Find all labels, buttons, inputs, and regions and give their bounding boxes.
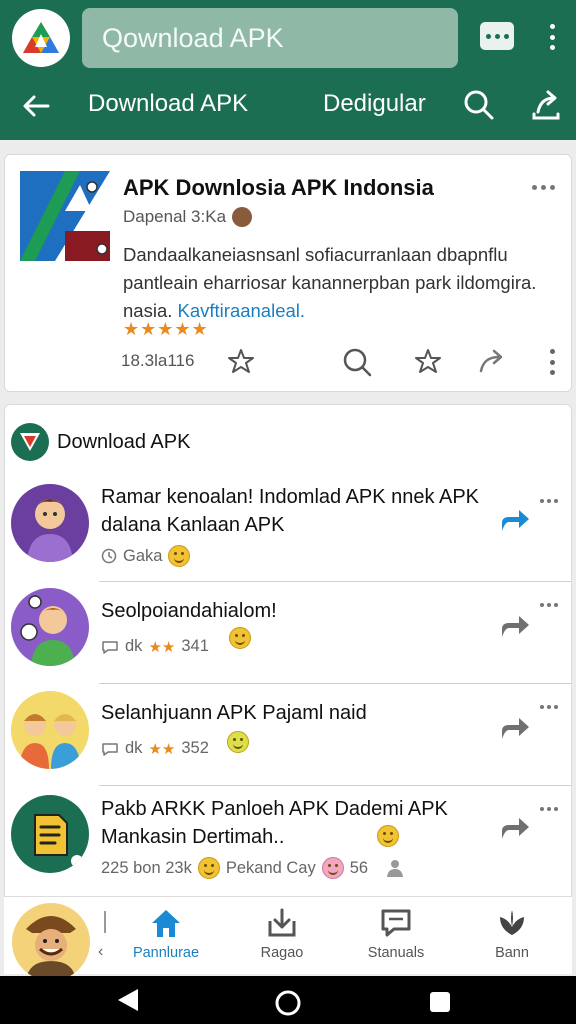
app-detail-card: APK Downlosia APK Indonsia Dapenal 3:Ka …: [4, 154, 572, 392]
tab-label: Ragao: [260, 945, 304, 961]
post-more-icon[interactable]: [540, 499, 558, 503]
feed-header: Download APK: [11, 423, 190, 461]
description-link[interactable]: Kavftiraanaleal.: [178, 300, 306, 321]
share-arrow-icon[interactable]: [499, 713, 531, 743]
app-icon[interactable]: [20, 171, 110, 261]
chevron-left-icon[interactable]: ‹: [98, 943, 103, 961]
chat-icon[interactable]: [480, 22, 514, 50]
app-header: Download APK Dedigular: [0, 0, 576, 140]
laugh-emoji-icon: [321, 857, 344, 879]
post-text: Seolpoiandahialom!: [101, 600, 277, 622]
secondary-nav-link[interactable]: Dedigular: [323, 90, 426, 118]
tab-label: Stanuals: [367, 945, 425, 961]
tab-label: Pannlurae: [132, 945, 200, 961]
bottom-navigation: ‹ Pannlurae Ragao Stanuals Bann: [4, 896, 572, 981]
star-icon[interactable]: [227, 347, 255, 375]
post-more-icon[interactable]: [540, 705, 558, 709]
download-icon: [268, 908, 296, 937]
system-navigation-bar: [0, 976, 576, 1024]
drive-logo-icon: [23, 22, 59, 53]
post-text: Selanhjuann APK Pajaml naid: [101, 702, 367, 724]
post-meta: 225 bon 23k Pekand Cay 56: [101, 857, 406, 879]
post-meta: Gaka: [101, 545, 191, 567]
tab-download[interactable]: Ragao: [232, 907, 332, 961]
message-icon: [381, 909, 411, 937]
share-icon[interactable]: [528, 88, 562, 122]
smile-emoji-icon: [168, 545, 191, 567]
rating-stars: ★★★★★: [123, 319, 209, 339]
post-text: Pakb ARKK Panloeh APK Dademi APK Mankasi…: [101, 798, 448, 848]
tab-home[interactable]: Pannlurae: [116, 907, 216, 961]
smile-emoji-icon: [197, 857, 220, 879]
system-back-icon[interactable]: [118, 989, 138, 1011]
smile-emoji-icon: [228, 626, 251, 649]
avatar[interactable]: [11, 691, 89, 769]
favorite-star-icon[interactable]: [413, 347, 441, 375]
download-count: 18.3la116: [121, 351, 195, 370]
post-meta: dk ★★ 352: [101, 730, 249, 758]
back-arrow-icon[interactable]: [18, 88, 54, 124]
share-arrow-icon[interactable]: [499, 505, 531, 535]
share-arrow-icon[interactable]: [499, 611, 531, 641]
more-options-icon[interactable]: [532, 185, 555, 190]
tab-leaf[interactable]: Bann: [462, 907, 562, 961]
drawer-handle[interactable]: [104, 911, 106, 933]
post-meta-b: Pekand Cay: [225, 858, 316, 877]
user-icon: [387, 860, 404, 877]
developer-avatar-icon: [232, 207, 253, 227]
post-rating-stars: ★★: [148, 740, 176, 758]
tab-label: Bann: [495, 945, 529, 961]
app-developer: Dapenal 3:Ka: [123, 207, 253, 227]
post-more-icon[interactable]: [540, 807, 558, 811]
system-home-icon[interactable]: [275, 990, 301, 1016]
post-rating-stars: ★★: [148, 638, 176, 656]
post-meta-a: 225 bon 23k: [101, 858, 192, 877]
app-logo[interactable]: [12, 9, 70, 67]
search-icon[interactable]: [462, 88, 496, 122]
search-bar[interactable]: [82, 8, 458, 68]
tab-messages[interactable]: Stanuals: [346, 907, 446, 961]
post-text: Ramar kenoalan! Indomlad APK nnek APK da…: [101, 486, 480, 536]
comment-icon: [102, 640, 118, 654]
avatar[interactable]: [11, 484, 89, 562]
avatar[interactable]: [11, 588, 89, 666]
post-meta-prefix: dk: [125, 739, 143, 757]
system-recents-icon[interactable]: [430, 992, 450, 1012]
app-description: Dandaalkaneiasnsanl sofiacurranlaan dbap…: [123, 241, 563, 325]
developer-name: Dapenal 3:Ka: [123, 207, 227, 226]
smile-emoji-icon: [377, 825, 399, 847]
post-meta-prefix: dk: [125, 637, 143, 655]
feed-post[interactable]: Selanhjuann APK Pajaml naid dk ★★ 352: [5, 687, 571, 787]
search-icon[interactable]: [342, 347, 372, 377]
lightning-emoji-icon: [226, 730, 249, 753]
avatar[interactable]: [11, 795, 89, 873]
feed-logo-icon: [11, 423, 49, 461]
clock-icon: [101, 548, 117, 564]
app-title: APK Downlosia APK Indonsia: [123, 175, 434, 200]
post-more-icon[interactable]: [540, 603, 558, 607]
home-icon: [152, 910, 180, 937]
download-feed: Download APK Ramar kenoalan! Indomlad AP…: [4, 404, 572, 904]
feed-title: Download APK: [57, 430, 191, 453]
post-meta-c: 56: [349, 858, 369, 877]
feed-post[interactable]: Seolpoiandahialom! dk ★★ 341: [5, 585, 571, 685]
feed-post[interactable]: Pakb ARKK Panloeh APK Dademi APK Mankasi…: [5, 789, 571, 903]
overflow-menu-icon[interactable]: [540, 22, 564, 52]
profile-avatar[interactable]: [12, 903, 90, 981]
search-input[interactable]: [102, 22, 442, 54]
post-meta: dk ★★ 341: [101, 626, 251, 656]
divider: [99, 785, 571, 786]
post-meta-count: 352: [181, 739, 209, 757]
share-arrow-icon[interactable]: [499, 813, 531, 843]
post-meta-count: 341: [181, 637, 209, 655]
feed-post[interactable]: Ramar kenoalan! Indomlad APK nnek APK da…: [5, 481, 571, 583]
leaf-icon: [500, 910, 524, 935]
page-title: Download APK: [88, 90, 249, 117]
divider: [99, 683, 571, 684]
post-meta-text: Gaka: [123, 546, 163, 565]
comment-icon: [102, 742, 118, 756]
divider: [99, 581, 571, 582]
vertical-more-icon[interactable]: [548, 349, 556, 375]
share-arrow-icon[interactable]: [477, 347, 505, 375]
